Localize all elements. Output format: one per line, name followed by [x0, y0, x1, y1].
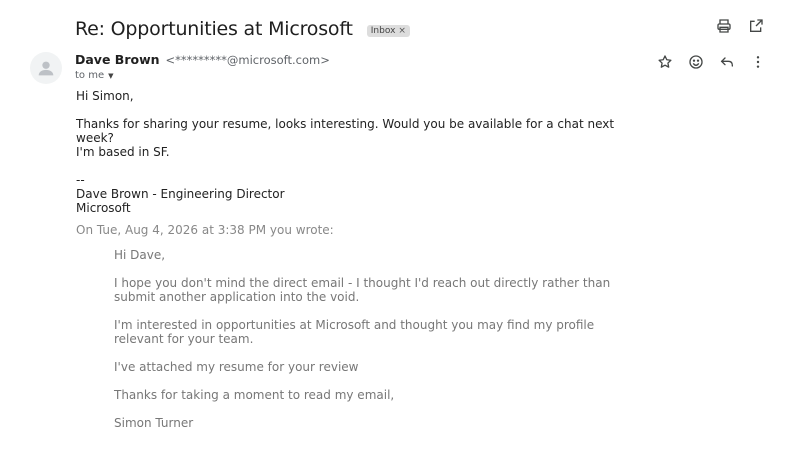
sender-email: <*********@microsoft.com>: [165, 53, 330, 67]
to-label: to me: [75, 70, 105, 81]
star-icon[interactable]: [655, 52, 675, 72]
body-line: I'm based in SF.: [76, 145, 170, 159]
more-options-icon[interactable]: [748, 52, 768, 72]
quoted-paragraph: I've attached my resume for your review: [114, 360, 359, 374]
quoted-message: Hi Dave, I hope you don't mind the direc…: [114, 248, 634, 430]
thread-actions: [714, 16, 766, 36]
signature-company: Microsoft: [76, 201, 131, 215]
inbox-label-chip[interactable]: Inbox ×: [366, 24, 410, 37]
signature-separator: --: [76, 173, 85, 187]
email-subject: Re: Opportunities at Microsoft: [75, 18, 353, 40]
body-greeting: Hi Simon,: [76, 89, 134, 103]
message-body: Hi Simon, Thanks for sharing your resume…: [76, 89, 636, 215]
body-line: Thanks for sharing your resume, looks in…: [76, 117, 618, 145]
print-icon[interactable]: [714, 16, 734, 36]
quoted-paragraph: Thanks for taking a moment to read my em…: [114, 388, 395, 402]
open-in-new-window-icon[interactable]: [746, 16, 766, 36]
chevron-down-icon: ▼: [108, 71, 114, 80]
reply-icon[interactable]: [717, 52, 737, 72]
label-text: Inbox: [370, 25, 396, 36]
person-icon: [38, 61, 54, 76]
sender-name[interactable]: Dave Brown: [75, 52, 160, 67]
recipients-toggle[interactable]: to me ▼: [75, 70, 114, 81]
subject-row: Re: Opportunities at Microsoft Inbox ×: [75, 18, 410, 40]
quoted-signature: Simon Turner: [114, 416, 194, 430]
remove-label-button[interactable]: ×: [398, 26, 406, 36]
quoted-paragraph: I'm interested in opportunities at Micro…: [114, 318, 598, 346]
message-actions: [655, 52, 768, 72]
sender-row: Dave Brown <*********@microsoft.com>: [75, 52, 330, 67]
quoted-header: On Tue, Aug 4, 2026 at 3:38 PM you wrote…: [76, 223, 334, 237]
email-view: Re: Opportunities at Microsoft Inbox × D…: [0, 0, 800, 450]
emoji-react-icon[interactable]: [686, 52, 706, 72]
quoted-paragraph: I hope you don't mind the direct email -…: [114, 276, 614, 304]
signature-name: Dave Brown - Engineering Director: [76, 187, 285, 201]
quoted-greeting: Hi Dave,: [114, 248, 166, 262]
avatar[interactable]: [30, 52, 62, 84]
